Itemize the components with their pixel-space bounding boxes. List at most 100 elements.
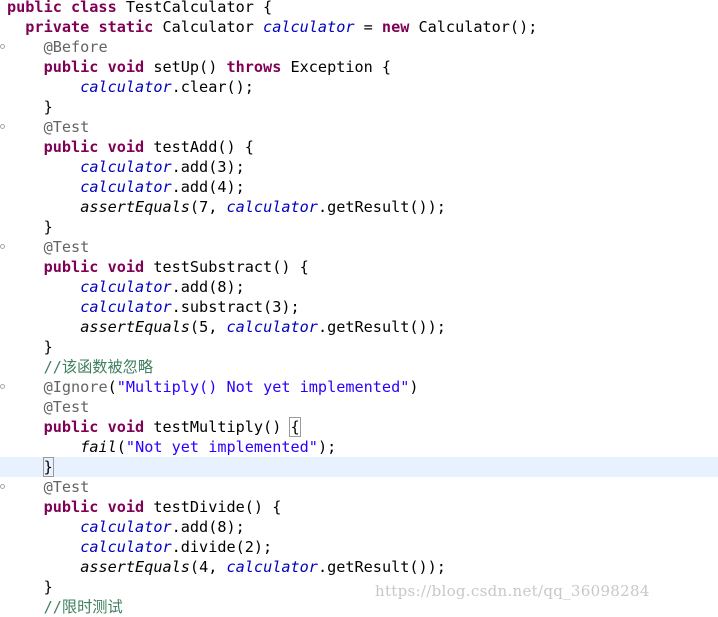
code-line-current[interactable]: } [0, 457, 718, 477]
code-token-fld: calculator [226, 558, 318, 576]
code-token-kw: public void [43, 498, 154, 516]
code-token-kw: public void [43, 138, 154, 156]
code-line[interactable]: calculator.add(3); [0, 157, 718, 177]
code-token-plain: .add(8); [171, 278, 245, 296]
code-line[interactable]: calculator.divide(2); [0, 537, 718, 557]
code-token-plain: .getResult()); [317, 558, 446, 576]
code-line[interactable]: private static Calculator calculator = n… [0, 17, 718, 37]
code-line[interactable]: public void testMultiply() { [0, 417, 718, 437]
code-token-fld: calculator [80, 78, 172, 96]
code-line[interactable]: @Test [0, 477, 718, 497]
code-token-ann: @Test [43, 118, 90, 136]
fold-marker-icon[interactable] [0, 384, 5, 389]
code-token-fld: calculator [226, 198, 318, 216]
code-token-ann: @Test [43, 398, 90, 416]
code-token-plain: Calculator [162, 18, 264, 36]
code-token-plain: } [43, 338, 53, 356]
code-token-plain: ( [116, 438, 126, 456]
code-token-ann: @Ignore [43, 378, 108, 396]
code-text: calculator.add(8); [80, 277, 245, 297]
code-line[interactable]: @Test [0, 117, 718, 137]
code-text: calculator.clear(); [80, 77, 254, 97]
code-token-fld: calculator [80, 518, 172, 536]
code-token-str: "Multiply() Not yet implemented" [116, 378, 410, 396]
code-token-cmt: //该函数被忽略 [43, 358, 154, 376]
code-line[interactable]: calculator.substract(3); [0, 297, 718, 317]
code-text: } [44, 217, 53, 237]
code-text: //该函数被忽略 [44, 357, 153, 377]
code-line[interactable]: //限时测试 [0, 597, 718, 617]
code-token-kw: throws [226, 58, 291, 76]
code-text: calculator.divide(2); [80, 537, 272, 557]
code-line[interactable]: public void testSubstract() { [0, 257, 718, 277]
code-text: @Test [44, 237, 90, 257]
code-token-box: } [42, 457, 54, 477]
code-line[interactable]: calculator.add(8); [0, 277, 718, 297]
fold-marker-icon[interactable] [0, 44, 5, 49]
code-token-cmt: //限时测试 [43, 598, 123, 616]
code-line[interactable]: } [0, 337, 718, 357]
code-line[interactable]: calculator.add(8); [0, 517, 718, 537]
code-token-plain: } [43, 218, 53, 236]
fold-marker-icon[interactable] [0, 124, 5, 129]
code-text: } [42, 457, 54, 477]
code-token-plain: Exception { [290, 58, 392, 76]
code-line[interactable]: public void setUp() throws Exception { [0, 57, 718, 77]
code-line[interactable]: @Before [0, 37, 718, 57]
code-line[interactable]: fail("Not yet implemented"); [0, 437, 718, 457]
code-line[interactable]: calculator.clear(); [0, 77, 718, 97]
code-line[interactable]: public void testDivide() { [0, 497, 718, 517]
code-text: } [44, 97, 53, 117]
code-text: public class TestCalculator { [7, 0, 272, 17]
code-token-stm: assertEquals [80, 198, 190, 216]
code-token-stm: assertEquals [80, 318, 190, 336]
code-token-plain: TestCalculator { [125, 0, 273, 16]
code-line[interactable]: public void testAdd() { [0, 137, 718, 157]
code-text: public void testSubstract() { [44, 257, 309, 277]
code-line[interactable]: assertEquals(7, calculator.getResult()); [0, 197, 718, 217]
code-line[interactable]: } [0, 217, 718, 237]
code-token-plain: testAdd() { [153, 138, 254, 156]
code-token-kw: private static [25, 18, 163, 36]
code-token-plain: (4, [189, 558, 227, 576]
code-token-fld: calculator [80, 158, 172, 176]
code-line[interactable]: calculator.add(4); [0, 177, 718, 197]
code-token-fld: calculator [263, 18, 355, 36]
code-token-plain: .add(4); [171, 178, 245, 196]
code-token-stm: fail [80, 438, 117, 456]
fold-marker-icon[interactable] [0, 484, 5, 489]
code-line[interactable]: } [0, 97, 718, 117]
code-token-plain: (7, [189, 198, 227, 216]
code-line[interactable]: @Ignore("Multiply() Not yet implemented"… [0, 377, 718, 397]
code-line[interactable]: @Test [0, 237, 718, 257]
code-token-plain: testMultiply() [153, 418, 291, 436]
code-text: @Ignore("Multiply() Not yet implemented"… [44, 377, 419, 397]
watermark: https://blog.csdn.net/qq_36098284 [375, 582, 650, 600]
code-line[interactable]: assertEquals(5, calculator.getResult()); [0, 317, 718, 337]
code-line[interactable]: public class TestCalculator { [0, 0, 718, 17]
code-editor[interactable]: public class TestCalculator {private sta… [0, 0, 718, 616]
code-token-plain: } [43, 578, 53, 596]
code-text: @Test [44, 477, 90, 497]
code-token-plain: testDivide() { [153, 498, 282, 516]
code-line[interactable]: assertEquals(4, calculator.getResult()); [0, 557, 718, 577]
code-text: } [44, 577, 53, 597]
code-text: public void testAdd() { [44, 137, 254, 157]
code-line[interactable]: @Test [0, 397, 718, 417]
code-token-box: { [289, 417, 301, 437]
code-token-fld: calculator [80, 298, 172, 316]
code-text: calculator.add(8); [80, 517, 245, 537]
code-text: calculator.add(4); [80, 177, 245, 197]
fold-marker-icon[interactable] [0, 244, 5, 249]
code-text: calculator.add(3); [80, 157, 245, 177]
code-token-kw: public void [43, 58, 154, 76]
code-text: private static Calculator calculator = n… [25, 17, 537, 37]
code-token-fld: calculator [226, 318, 318, 336]
code-token-stm: assertEquals [80, 558, 190, 576]
code-token-fld: calculator [80, 278, 172, 296]
code-token-plain: } [43, 98, 53, 116]
code-token-plain: .add(8); [171, 518, 245, 536]
code-token-plain: .add(3); [171, 158, 245, 176]
code-line[interactable]: //该函数被忽略 [0, 357, 718, 377]
code-text: public void setUp() throws Exception { [44, 57, 392, 77]
